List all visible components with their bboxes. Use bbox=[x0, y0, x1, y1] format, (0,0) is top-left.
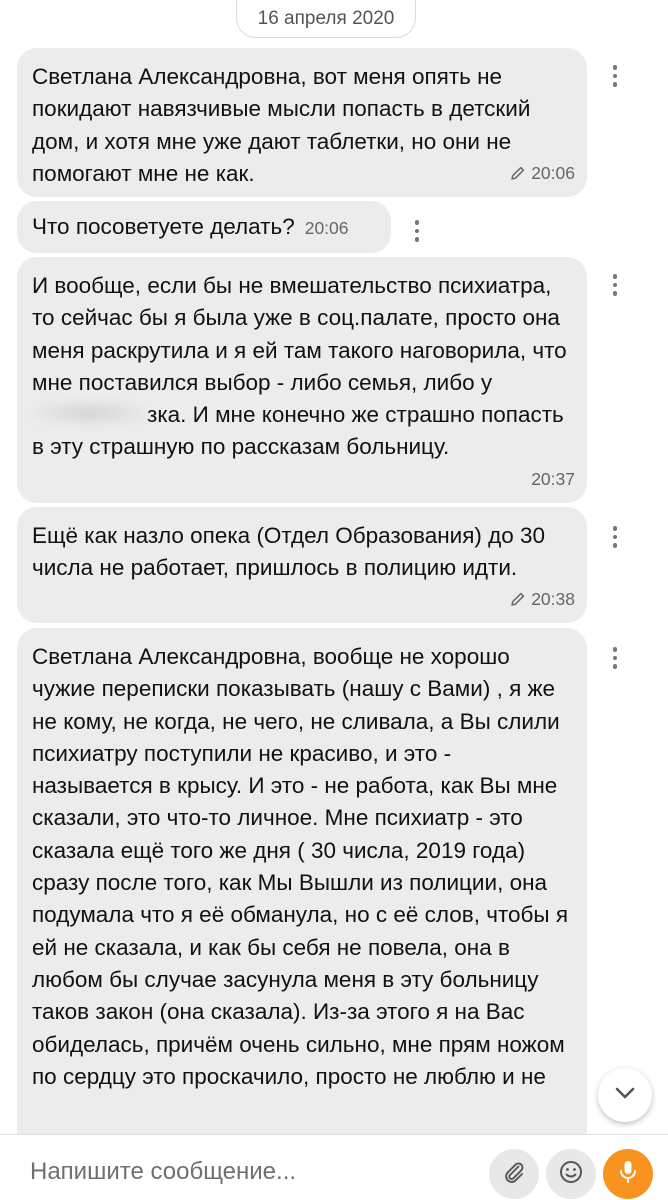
message-composer: Напишите сообщение... bbox=[0, 1134, 668, 1200]
date-separator: 16 апреля 2020 bbox=[236, 0, 416, 38]
message-time: 20:06 bbox=[531, 163, 575, 183]
message-text: Что посоветуете делать? bbox=[32, 214, 295, 239]
message-time: 20:06 bbox=[304, 218, 349, 238]
message-menu-icon[interactable] bbox=[603, 638, 627, 678]
paperclip-icon bbox=[502, 1160, 526, 1189]
message-menu-icon[interactable] bbox=[603, 517, 627, 557]
voice-message-button[interactable] bbox=[603, 1149, 653, 1199]
message-text: Светлана Александровна, вообще не хорошо… bbox=[32, 644, 569, 1089]
message-meta: 20:37 bbox=[531, 469, 575, 489]
scroll-to-bottom-button[interactable] bbox=[598, 1068, 652, 1122]
message-meta: 20:38 bbox=[510, 589, 575, 609]
emoji-button[interactable] bbox=[546, 1149, 596, 1199]
message-input[interactable]: Напишите сообщение... bbox=[30, 1158, 296, 1186]
message-time: 20:38 bbox=[531, 589, 575, 609]
message-bubble[interactable]: Светлана Александровна, вообще не хорошо… bbox=[17, 628, 587, 1168]
pencil-icon bbox=[510, 165, 526, 181]
message-meta: 20:06 bbox=[305, 218, 349, 238]
message-text: Ещё как назло опека (Отдел Образования) … bbox=[32, 523, 546, 581]
message-menu-icon[interactable] bbox=[405, 211, 429, 251]
chat-screen: 16 апреля 2020 Светлана Александровна, в… bbox=[0, 0, 668, 1200]
redacted-area bbox=[32, 400, 147, 427]
message-menu-icon[interactable] bbox=[603, 56, 627, 96]
smiley-icon bbox=[558, 1159, 584, 1190]
message-text: И вообще, если бы не вмешательство психи… bbox=[32, 273, 567, 395]
message-bubble[interactable]: Что посоветуете делать? 20:06 bbox=[17, 201, 391, 253]
message-bubble[interactable]: Ещё как назло опека (Отдел Образования) … bbox=[17, 507, 587, 623]
message-time: 20:37 bbox=[531, 469, 575, 489]
message-bubble[interactable]: И вообще, если бы не вмешательство психи… bbox=[17, 257, 587, 503]
chevron-down-icon bbox=[614, 1086, 636, 1105]
microphone-icon bbox=[616, 1159, 640, 1190]
message-meta: 20:06 bbox=[510, 163, 575, 183]
pencil-icon bbox=[510, 591, 526, 607]
message-bubble[interactable]: Светлана Александровна, вот меня опять н… bbox=[17, 48, 587, 197]
message-text: Светлана Александровна, вот меня опять н… bbox=[32, 64, 531, 186]
attach-button[interactable] bbox=[489, 1149, 539, 1199]
message-menu-icon[interactable] bbox=[603, 265, 627, 305]
